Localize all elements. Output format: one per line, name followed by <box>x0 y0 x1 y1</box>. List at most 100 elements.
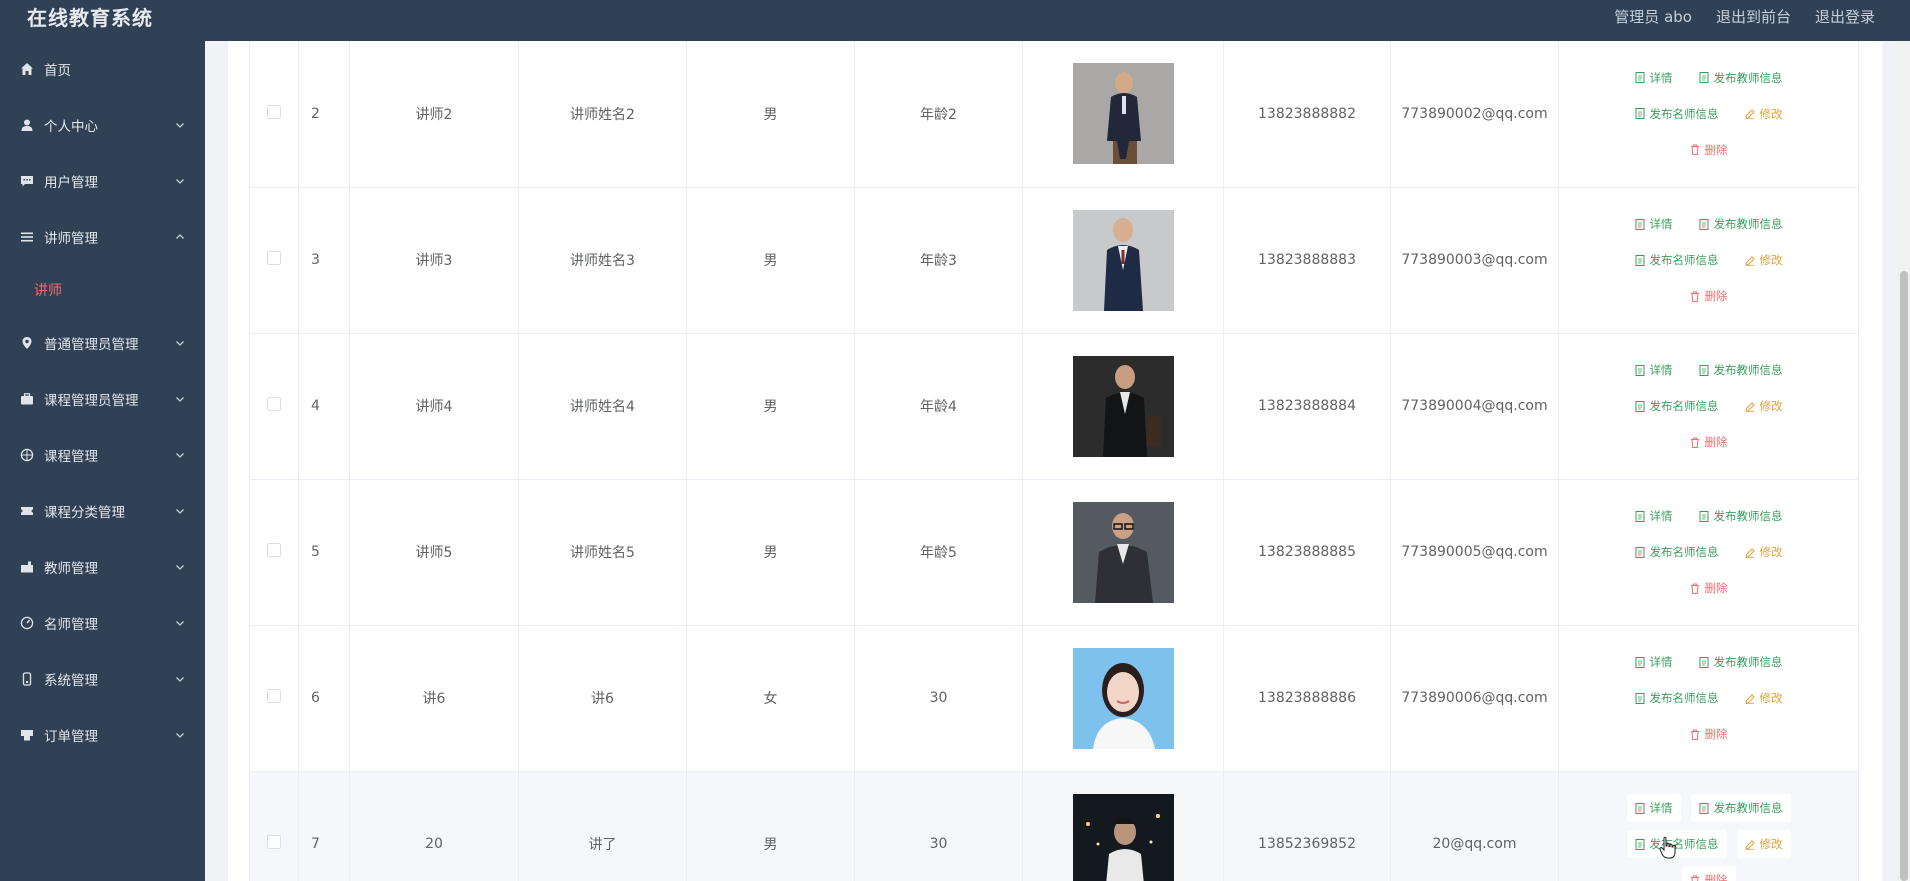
page-scrollbar[interactable] <box>1898 41 1910 881</box>
lock-icon <box>19 671 35 687</box>
edit-button[interactable]: 修改 <box>1737 684 1791 712</box>
delete-button[interactable]: 删除 <box>1682 720 1736 748</box>
sidebar-item-course-admin-management[interactable]: 课程管理员管理 <box>0 371 205 427</box>
row-checkbox[interactable] <box>267 397 281 411</box>
sidebar-item-home[interactable]: 首页 <box>0 41 205 97</box>
publish-teacher-info-button[interactable]: 发布教师信息 <box>1691 210 1791 238</box>
sidebar-item-personal-center[interactable]: 个人中心 <box>0 97 205 153</box>
publish-famous-teacher-button[interactable]: 发布名师信息 <box>1627 538 1727 566</box>
detail-button[interactable]: 详情 <box>1627 210 1681 238</box>
edit-icon <box>1744 255 1755 266</box>
delete-button[interactable]: 删除 <box>1682 136 1736 164</box>
publish-teacher-info-button[interactable]: 发布教师信息 <box>1691 356 1791 384</box>
select-cell <box>249 41 299 188</box>
name-cell: 讲师姓名2 <box>518 41 687 188</box>
table-row: 5 讲师5 讲师姓名5 男年龄5 13823888885 773890005@qq.com… <box>249 479 1859 626</box>
document-icon <box>1635 218 1644 230</box>
publish-teacher-info-button[interactable]: 发布教师信息 <box>1690 794 1791 822</box>
edit-button[interactable]: 修改 <box>1736 830 1791 858</box>
lecturer-photo[interactable] <box>1072 647 1174 749</box>
edit-label: 修改 <box>1759 837 1783 851</box>
detail-button[interactable]: 详情 <box>1627 502 1681 530</box>
delete-label: 删除 <box>1704 142 1728 157</box>
photo-cell <box>1022 187 1224 334</box>
sidebar-subitem-lecturer[interactable]: 讲师 <box>0 265 205 315</box>
detail-button[interactable]: 详情 <box>1626 794 1681 822</box>
delete-button[interactable]: 删除 <box>1682 428 1736 456</box>
document-icon <box>1635 254 1644 266</box>
delete-label: 删除 <box>1704 435 1728 449</box>
sidebar-item-teacher-management[interactable]: 教师管理 <box>0 539 205 595</box>
detail-button[interactable]: 详情 <box>1627 648 1681 676</box>
sidebar-item-label: 用户管理 <box>44 175 98 191</box>
lecturer-photo[interactable] <box>1072 793 1174 881</box>
sidebar-item-label: 首页 <box>44 63 71 79</box>
account-cell: 讲师2 <box>349 41 519 188</box>
app-title: 在线教育系统 <box>27 6 153 30</box>
age-cell: 年龄4 <box>854 333 1023 480</box>
publish-famous-teacher-button[interactable]: 发布名师信息 <box>1627 684 1727 712</box>
lecturer-photo[interactable] <box>1072 501 1174 603</box>
row-checkbox[interactable] <box>267 835 281 849</box>
delete-button[interactable]: 删除 <box>1681 866 1736 881</box>
sidebar-item-famous-teacher-management[interactable]: 名师管理 <box>0 595 205 651</box>
sidebar: 首页 个人中心 用户管理 讲师管理 讲师 普通管理员管理 课程管理员管理 课程管… <box>0 41 205 881</box>
lecturer-photo[interactable] <box>1072 209 1174 311</box>
document-icon <box>1635 546 1644 558</box>
sidebar-item-course-management[interactable]: 课程管理 <box>0 427 205 483</box>
edit-button[interactable]: 修改 <box>1737 392 1791 420</box>
row-checkbox[interactable] <box>267 689 281 703</box>
edit-button[interactable]: 修改 <box>1737 246 1791 274</box>
sidebar-item-label: 课程分类管理 <box>44 505 125 521</box>
select-cell <box>249 187 299 334</box>
admin-user-label[interactable]: 管理员 abo <box>1614 6 1692 27</box>
publish-famous-teacher-button[interactable]: 发布名师信息 <box>1627 100 1727 128</box>
publish-teacher-info-button[interactable]: 发布教师信息 <box>1691 64 1791 92</box>
delete-icon <box>1690 144 1699 156</box>
delete-button[interactable]: 删除 <box>1682 282 1736 310</box>
publish-famous-label: 发布名师信息 <box>1649 399 1719 413</box>
phone-cell: 13852369852 <box>1223 771 1391 881</box>
chevron-down-icon <box>176 509 184 514</box>
detail-button[interactable]: 详情 <box>1627 356 1681 384</box>
publish-famous-teacher-button[interactable]: 发布名师信息 <box>1627 392 1727 420</box>
publish-teacher-info-button[interactable]: 发布教师信息 <box>1691 502 1791 530</box>
sidebar-item-admin-management[interactable]: 普通管理员管理 <box>0 315 205 371</box>
lecturer-photo[interactable] <box>1072 355 1174 457</box>
edit-button[interactable]: 修改 <box>1737 100 1791 128</box>
sidebar-item-course-category-management[interactable]: 课程分类管理 <box>0 483 205 539</box>
sidebar-item-system-management[interactable]: 系统管理 <box>0 651 205 707</box>
detail-button[interactable]: 详情 <box>1627 64 1681 92</box>
dashboard-icon <box>19 615 35 631</box>
row-checkbox[interactable] <box>267 104 281 119</box>
account-cell: 20 <box>349 771 519 881</box>
chevron-down-icon <box>176 123 184 128</box>
sidebar-item-lecturer-management[interactable]: 讲师管理 <box>0 209 205 265</box>
lecturer-photo[interactable] <box>1072 63 1174 165</box>
index-cell: 4 <box>298 333 350 480</box>
scrollbar-thumb[interactable] <box>1900 271 1908 881</box>
row-checkbox[interactable] <box>267 543 281 557</box>
sidebar-item-label: 系统管理 <box>44 673 98 689</box>
publish-teacher-label: 发布教师信息 <box>1713 217 1783 231</box>
age-cell: 30 <box>854 625 1023 772</box>
chevron-down-icon <box>176 397 184 402</box>
exit-to-front-link[interactable]: 退出到前台 <box>1716 6 1791 27</box>
document-icon <box>1699 218 1708 230</box>
publish-teacher-label: 发布教师信息 <box>1713 801 1783 815</box>
delete-button[interactable]: 删除 <box>1682 574 1736 602</box>
edit-button[interactable]: 修改 <box>1737 538 1791 566</box>
row-checkbox[interactable] <box>267 251 281 265</box>
mouse-cursor-hand-icon <box>1659 836 1676 859</box>
photo-cell <box>1022 625 1224 772</box>
publish-teacher-info-button[interactable]: 发布教师信息 <box>1691 648 1791 676</box>
chat-icon <box>19 173 35 189</box>
document-icon <box>1635 400 1644 412</box>
photo-cell <box>1022 333 1224 480</box>
sidebar-item-user-management[interactable]: 用户管理 <box>0 153 205 209</box>
actions-cell: 详情 发布教师信息发布名师信息 修改 删除 <box>1558 625 1859 772</box>
sidebar-item-order-management[interactable]: 订单管理 <box>0 707 205 763</box>
logout-link[interactable]: 退出登录 <box>1815 6 1875 27</box>
name-cell: 讲6 <box>518 625 687 772</box>
publish-famous-teacher-button[interactable]: 发布名师信息 <box>1627 246 1727 274</box>
